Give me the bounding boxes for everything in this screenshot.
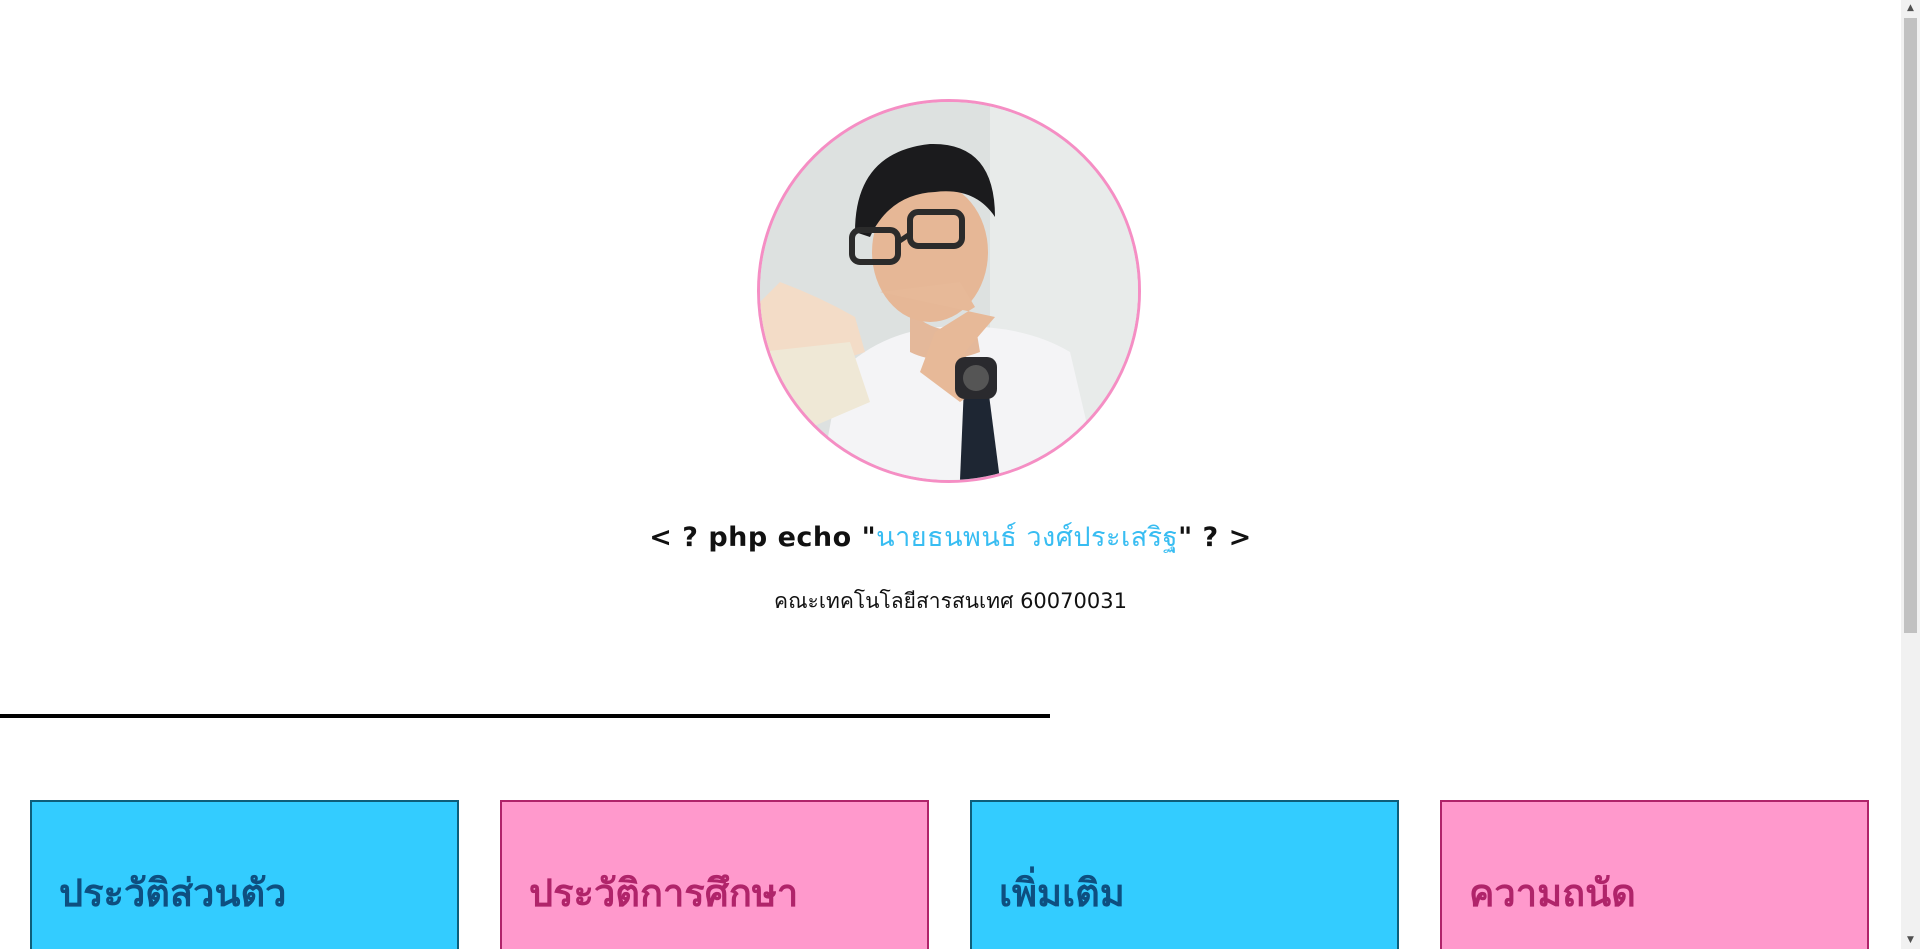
code-prefix: < ? php echo ": [649, 522, 877, 553]
card-education-history[interactable]: ประวัติการศึกษา: [500, 800, 929, 949]
profile-subtitle: คณะเทคโนโลยีสารสนเทศ 60070031: [774, 589, 1127, 613]
card-additional[interactable]: เพิ่มเติม: [970, 800, 1399, 949]
scroll-down-icon[interactable]: ▼: [1901, 932, 1920, 949]
card-title: ประวัติส่วนตัว: [59, 871, 287, 915]
profile-name: นายธนพนธ์ วงศ์ประเสริฐ: [876, 522, 1179, 553]
profile-name-line: < ? php echo "นายธนพนธ์ วงศ์ประเสริฐ" ? …: [0, 515, 1901, 558]
avatar-photo: [760, 102, 1138, 480]
card-skills[interactable]: ความถนัด: [1440, 800, 1869, 949]
vertical-scrollbar[interactable]: ▲ ▼: [1901, 0, 1920, 949]
card-title: ความถนัด: [1469, 871, 1636, 915]
scrollbar-thumb[interactable]: [1904, 18, 1917, 633]
code-suffix: " ? >: [1178, 522, 1252, 553]
scroll-up-icon[interactable]: ▲: [1901, 0, 1920, 17]
card-title: เพิ่มเติม: [999, 871, 1125, 915]
card-personal-history[interactable]: ประวัติส่วนตัว: [30, 800, 459, 949]
section-divider: [0, 714, 1050, 718]
page: < ? php echo "นายธนพนธ์ วงศ์ประเสริฐ" ? …: [0, 0, 1901, 949]
card-title: ประวัติการศึกษา: [529, 871, 799, 915]
avatar: [757, 99, 1141, 483]
